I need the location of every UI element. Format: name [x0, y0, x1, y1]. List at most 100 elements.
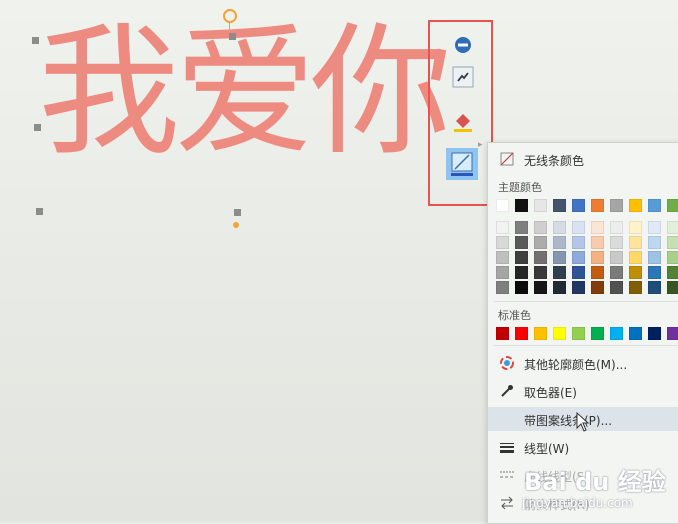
- baidu-watermark: Bai du 经验 jingyan.baidu.com: [520, 458, 678, 518]
- theme-shade-swatch[interactable]: [534, 281, 547, 294]
- theme-shade-swatch[interactable]: [534, 251, 547, 264]
- theme-shade-swatch[interactable]: [496, 251, 509, 264]
- eyedropper-item[interactable]: 取色器(E): [488, 379, 678, 403]
- style-minus-icon[interactable]: [450, 32, 476, 58]
- theme-shade-swatch[interactable]: [629, 236, 642, 249]
- standard-color-swatch[interactable]: [591, 327, 604, 340]
- theme-shade-swatch[interactable]: [534, 266, 547, 279]
- theme-shade-swatch[interactable]: [496, 266, 509, 279]
- standard-colors-title: 标准色: [498, 309, 531, 322]
- theme-shade-swatch[interactable]: [515, 236, 528, 249]
- theme-color-swatch[interactable]: [515, 199, 528, 212]
- theme-color-swatch[interactable]: [534, 199, 547, 212]
- theme-shade-swatch[interactable]: [610, 266, 623, 279]
- no-line-label: 无线条颜色: [524, 154, 585, 168]
- theme-color-swatch[interactable]: [648, 199, 661, 212]
- theme-shade-swatch[interactable]: [572, 251, 585, 264]
- theme-shade-swatch[interactable]: [591, 266, 604, 279]
- theme-shade-swatch[interactable]: [648, 266, 661, 279]
- theme-shade-swatch[interactable]: [553, 281, 566, 294]
- theme-shade-swatch[interactable]: [496, 281, 509, 294]
- more-outline-colors-item[interactable]: 其他轮廓颜色(M)...: [488, 351, 678, 375]
- theme-shade-swatch[interactable]: [553, 236, 566, 249]
- selection-handle-top-left[interactable]: [32, 37, 39, 44]
- theme-shade-swatch[interactable]: [648, 251, 661, 264]
- theme-shade-swatch[interactable]: [572, 236, 585, 249]
- theme-shade-swatch[interactable]: [553, 221, 566, 234]
- theme-shade-swatch[interactable]: [610, 251, 623, 264]
- selection-handle-bottom-middle[interactable]: [234, 209, 241, 216]
- theme-shade-swatch[interactable]: [534, 236, 547, 249]
- standard-color-swatch[interactable]: [496, 327, 509, 340]
- adjust-handle[interactable]: [233, 222, 239, 228]
- theme-color-swatch[interactable]: [629, 199, 642, 212]
- theme-shade-swatch[interactable]: [667, 281, 678, 294]
- theme-shade-swatch[interactable]: [667, 236, 678, 249]
- theme-shade-swatch[interactable]: [572, 221, 585, 234]
- theme-shade-swatch[interactable]: [591, 236, 604, 249]
- theme-shade-swatch[interactable]: [591, 251, 604, 264]
- theme-colors-title: 主题颜色: [498, 181, 542, 194]
- theme-shade-swatch[interactable]: [572, 266, 585, 279]
- watermark-url: jingyan.baidu.com: [522, 496, 633, 510]
- line-weight-icon: [500, 440, 514, 454]
- line-weight-item[interactable]: 线型(W): [488, 435, 678, 459]
- theme-shade-swatch[interactable]: [667, 251, 678, 264]
- theme-color-swatch[interactable]: [553, 199, 566, 212]
- theme-shade-swatch[interactable]: [591, 281, 604, 294]
- no-line-color-item[interactable]: 无线条颜色: [488, 147, 678, 171]
- divider: [494, 345, 678, 346]
- theme-shade-swatch[interactable]: [629, 221, 642, 234]
- theme-shade-swatch[interactable]: [496, 221, 509, 234]
- standard-color-swatch[interactable]: [515, 327, 528, 340]
- selection-handle-left[interactable]: [34, 124, 41, 131]
- watermark-brand: Bai du 经验: [524, 468, 666, 496]
- standard-color-swatch[interactable]: [610, 327, 623, 340]
- standard-color-swatch[interactable]: [553, 327, 566, 340]
- eyedropper-label: 取色器(E): [524, 386, 577, 400]
- theme-shade-swatch[interactable]: [610, 281, 623, 294]
- theme-color-swatch[interactable]: [667, 199, 678, 212]
- theme-shade-swatch[interactable]: [610, 236, 623, 249]
- theme-shade-swatch[interactable]: [629, 266, 642, 279]
- theme-shade-swatch[interactable]: [610, 221, 623, 234]
- rotation-stem: [229, 22, 230, 32]
- shape-fill-icon[interactable]: [450, 64, 476, 90]
- theme-shade-swatch[interactable]: [515, 251, 528, 264]
- theme-shade-swatch[interactable]: [648, 281, 661, 294]
- selection-handle-top-middle[interactable]: [229, 33, 236, 40]
- theme-shade-swatch[interactable]: [515, 221, 528, 234]
- theme-shade-swatch[interactable]: [591, 221, 604, 234]
- theme-shade-swatch[interactable]: [648, 221, 661, 234]
- theme-color-swatch[interactable]: [572, 199, 585, 212]
- theme-shade-swatch[interactable]: [572, 281, 585, 294]
- theme-shade-swatch[interactable]: [515, 281, 528, 294]
- theme-shade-swatch[interactable]: [553, 251, 566, 264]
- theme-shade-swatch[interactable]: [667, 221, 678, 234]
- no-line-icon: [500, 152, 514, 166]
- theme-shade-swatch[interactable]: [629, 281, 642, 294]
- standard-color-swatch[interactable]: [534, 327, 547, 340]
- standard-color-swatch[interactable]: [648, 327, 661, 340]
- chevron-right-icon[interactable]: ▸: [478, 140, 483, 150]
- rotate-handle-icon[interactable]: [223, 9, 237, 23]
- mini-toolbar: ▸: [428, 20, 493, 206]
- theme-shade-swatch[interactable]: [648, 236, 661, 249]
- outline-color-icon[interactable]: [446, 148, 478, 180]
- theme-shade-swatch[interactable]: [629, 251, 642, 264]
- theme-shade-swatch[interactable]: [496, 236, 509, 249]
- paint-bucket-icon[interactable]: [450, 108, 476, 134]
- selection-handle-bottom-left[interactable]: [36, 208, 43, 215]
- theme-shade-swatch[interactable]: [667, 266, 678, 279]
- theme-color-swatch[interactable]: [496, 199, 509, 212]
- theme-shade-swatch[interactable]: [553, 266, 566, 279]
- pattern-line-label: 带图案线条(P)...: [524, 414, 613, 428]
- standard-color-swatch[interactable]: [629, 327, 642, 340]
- wordart-text[interactable]: 我爱你: [38, 22, 452, 164]
- theme-color-swatch[interactable]: [591, 199, 604, 212]
- standard-color-swatch[interactable]: [667, 327, 678, 340]
- theme-shade-swatch[interactable]: [534, 221, 547, 234]
- theme-color-swatch[interactable]: [610, 199, 623, 212]
- theme-shade-swatch[interactable]: [515, 266, 528, 279]
- standard-color-swatch[interactable]: [572, 327, 585, 340]
